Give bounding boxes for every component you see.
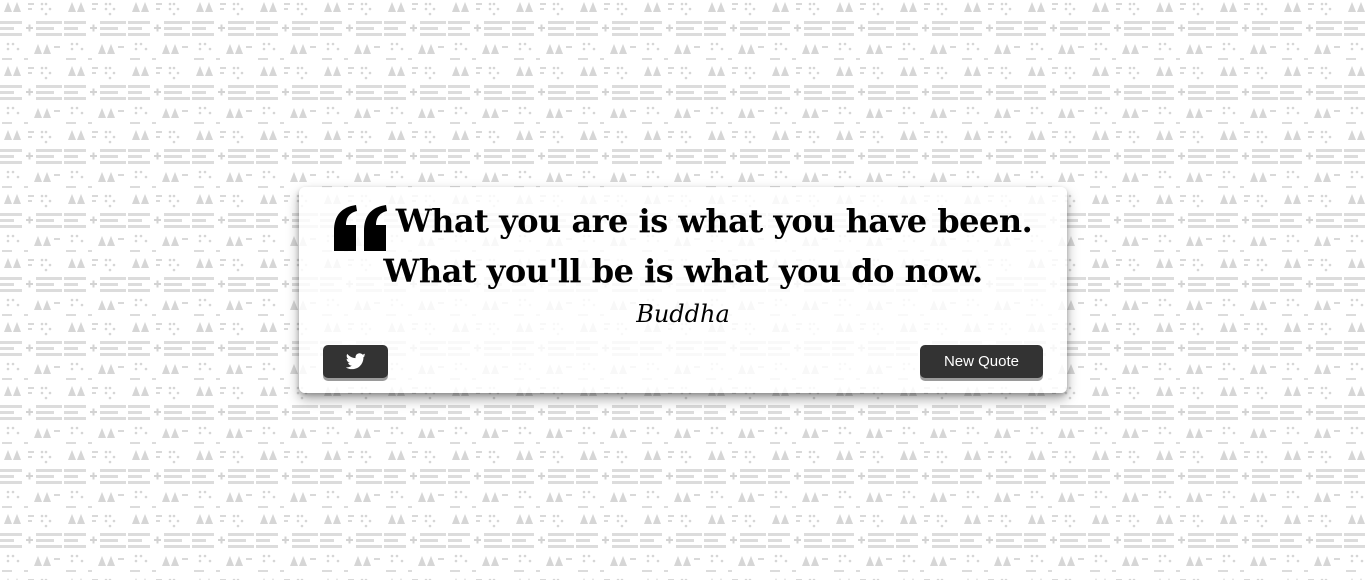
tweet-button[interactable] (323, 345, 388, 378)
quote-text-block: What you are is what you have been. What… (319, 203, 1047, 289)
quote-author: Buddha (636, 300, 730, 328)
quote-mark-icon (333, 205, 387, 251)
quote-card: What you are is what you have been. What… (299, 187, 1067, 393)
new-quote-button[interactable]: New Quote (920, 345, 1043, 378)
twitter-bird-icon (345, 353, 366, 370)
quote-text: What you are is what you have been. What… (383, 202, 1033, 290)
